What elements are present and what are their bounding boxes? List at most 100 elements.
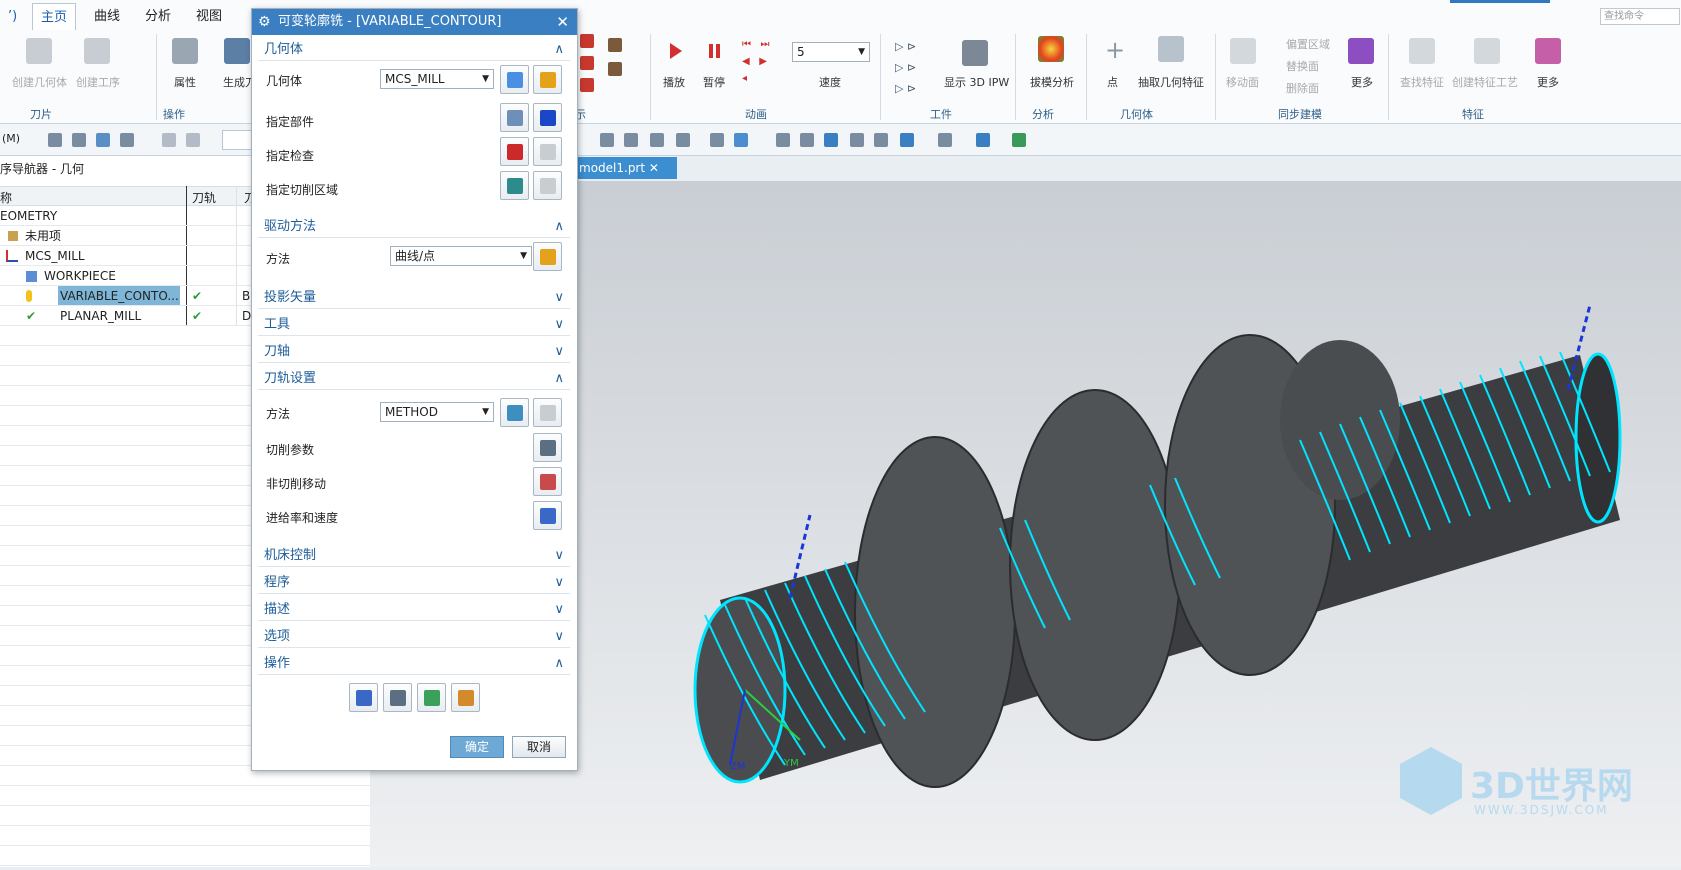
show-3d-ipw-label[interactable]: 显示 3D IPW [944, 74, 1009, 90]
move-face-icon[interactable] [1230, 38, 1256, 64]
display-tool-icon[interactable] [580, 34, 594, 48]
replay-button[interactable] [383, 683, 412, 712]
section-program[interactable]: 程序 ∨ [258, 572, 570, 594]
section-tool[interactable]: 工具 ∨ [258, 314, 570, 336]
workpiece-tool-icon[interactable]: ▷ ⊳ [895, 57, 935, 78]
column-toolpath-header[interactable]: 刀轨 [192, 189, 216, 206]
file-tab[interactable]: model1.prt ✕ [575, 157, 677, 179]
edit-drive-method-button[interactable] [533, 242, 562, 271]
toolbar-icon[interactable] [938, 133, 952, 147]
toolbar-icon[interactable] [650, 133, 664, 147]
properties-label[interactable]: 属性 [174, 74, 196, 90]
tab-home[interactable]: 主页 [32, 3, 77, 30]
delete-face-label[interactable]: 删除面 [1286, 80, 1319, 96]
more-sync-label[interactable]: 更多 [1351, 74, 1373, 90]
create-operation-icon[interactable] [84, 38, 110, 64]
toolbar-icon[interactable] [48, 133, 62, 147]
toolbar-icon[interactable] [874, 133, 888, 147]
new-method-button[interactable] [500, 398, 529, 427]
section-options[interactable]: 选项 ∨ [258, 626, 570, 648]
display-tool-icon[interactable] [580, 78, 594, 92]
section-description[interactable]: 描述 ∨ [258, 599, 570, 621]
show-cut-area-button[interactable] [533, 171, 562, 200]
toolbar-icon[interactable] [976, 133, 990, 147]
show-part-button[interactable] [533, 103, 562, 132]
toolbar-icon[interactable] [800, 133, 814, 147]
tab-analysis[interactable]: 分析 [137, 3, 179, 30]
offset-region-label[interactable]: 偏置区域 [1286, 36, 1330, 52]
specify-cut-area-button[interactable] [500, 171, 529, 200]
toolbar-icon[interactable] [162, 133, 176, 147]
feeds-speeds-button[interactable] [533, 501, 562, 530]
list-button[interactable] [451, 683, 480, 712]
section-drive-method[interactable]: 驱动方法 ∧ [258, 216, 570, 238]
workpiece-tool-icon[interactable]: ▷ ⊳ [895, 36, 935, 57]
more-sync-icon[interactable] [1348, 38, 1374, 64]
speed-select[interactable]: 5 ▼ [792, 42, 870, 62]
step-back-icon[interactable]: ⏮ ⏭ [742, 36, 782, 53]
path-method-select[interactable]: METHOD ▼ [380, 402, 494, 422]
toolbar-icon[interactable] [850, 133, 864, 147]
toolbar-icon[interactable] [900, 133, 914, 147]
more-feature-label[interactable]: 更多 [1537, 74, 1559, 90]
verify-button[interactable] [417, 683, 446, 712]
create-feature-process-label[interactable]: 创建特征工艺 [1452, 74, 1518, 90]
toolbar-icon[interactable] [1012, 133, 1026, 147]
pause-label[interactable]: 暂停 [703, 74, 725, 90]
tool-icon[interactable] [608, 62, 622, 76]
section-projection-vector[interactable]: 投影矢量 ∨ [258, 287, 570, 309]
close-icon[interactable]: ✕ [556, 9, 569, 35]
tab-file-fragment[interactable]: ’) [0, 3, 25, 30]
point-label[interactable]: 点 [1107, 74, 1118, 90]
new-geometry-button[interactable] [500, 65, 529, 94]
play-label[interactable]: 播放 [663, 74, 685, 90]
extract-geometry-icon[interactable] [1158, 36, 1184, 62]
toolbar-icon[interactable] [824, 133, 838, 147]
column-name-header[interactable]: 称 [0, 189, 12, 206]
tab-curve[interactable]: 曲线 [86, 3, 128, 30]
toolbar-icon[interactable] [600, 133, 614, 147]
section-actions[interactable]: 操作 ∧ [258, 653, 570, 675]
play-icon[interactable] [670, 43, 682, 59]
specify-part-button[interactable] [500, 103, 529, 132]
workpiece-tool-icon[interactable]: ▷ ⊳ [895, 78, 935, 99]
display-tool-icon[interactable] [580, 56, 594, 70]
create-operation-label[interactable]: 创建工序 [76, 74, 120, 90]
dialog-title-bar[interactable]: ⚙ 可变轮廓铣 - [VARIABLE_CONTOUR] ✕ [252, 9, 577, 35]
geometry-select[interactable]: MCS_MILL ▼ [380, 69, 494, 89]
specify-check-button[interactable] [500, 137, 529, 166]
toolbar-icon[interactable] [676, 133, 690, 147]
create-geometry-icon[interactable] [26, 38, 52, 64]
tab-view[interactable]: 视图 [188, 3, 230, 30]
toolbar-icon[interactable] [624, 133, 638, 147]
cut-params-button[interactable] [533, 433, 562, 462]
section-path-settings[interactable]: 刀轨设置 ∧ [258, 368, 570, 390]
generate-path-button[interactable] [349, 683, 378, 712]
more-feature-icon[interactable] [1535, 38, 1561, 64]
replace-face-label[interactable]: 替换面 [1286, 58, 1319, 74]
move-face-label[interactable]: 移动面 [1226, 74, 1259, 90]
filter-select[interactable]: (M) [2, 132, 20, 145]
create-geometry-label[interactable]: 创建几何体 [12, 74, 67, 90]
toolbar-icon[interactable] [734, 133, 748, 147]
command-search-input[interactable]: 查找命令 [1600, 8, 1680, 25]
find-feature-icon[interactable] [1409, 38, 1435, 64]
section-geometry[interactable]: 几何体 ∧ [258, 39, 570, 61]
step-single-icon[interactable]: ◂ [742, 70, 782, 87]
ok-button[interactable]: 确定 [450, 736, 504, 758]
drive-method-select[interactable]: 曲线/点 ▼ [390, 246, 532, 266]
toolbar-icon[interactable] [96, 133, 110, 147]
create-feature-process-icon[interactable] [1474, 38, 1500, 64]
edit-method-button[interactable] [533, 398, 562, 427]
draft-analysis-label[interactable]: 拔模分析 [1030, 74, 1074, 90]
cancel-button[interactable]: 取消 [512, 736, 566, 758]
tool-icon[interactable] [608, 38, 622, 52]
step-icon[interactable]: ◀ ▶ [742, 53, 782, 70]
pause-icon[interactable] [709, 44, 713, 58]
non-cut-moves-button[interactable] [533, 467, 562, 496]
close-icon[interactable]: ✕ [649, 161, 659, 175]
toolbar-icon[interactable] [776, 133, 790, 147]
toolbar-input[interactable] [222, 130, 252, 150]
toolbar-icon[interactable] [120, 133, 134, 147]
point-icon[interactable]: + [1105, 38, 1125, 62]
